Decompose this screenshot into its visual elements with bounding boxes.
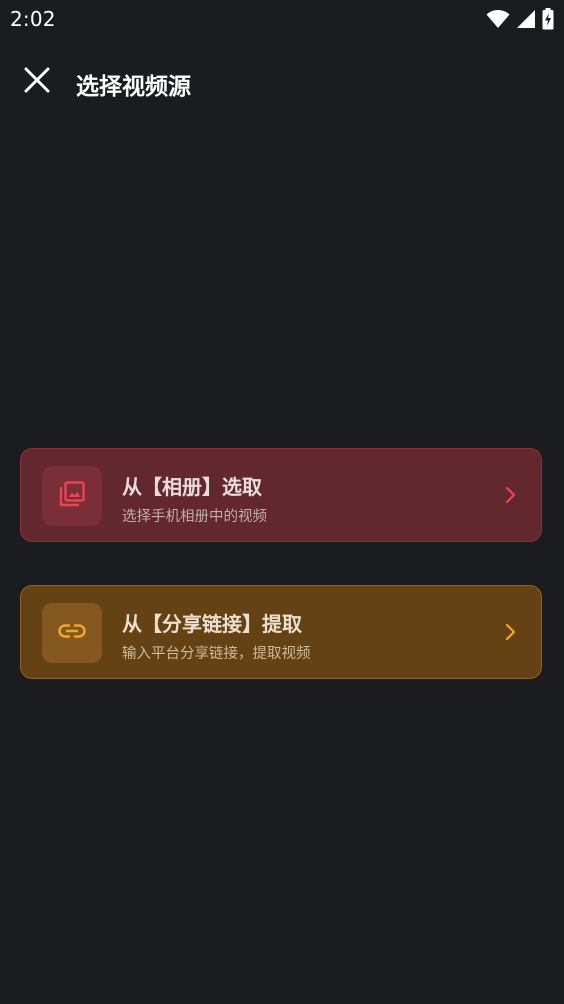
wifi-icon xyxy=(486,9,510,29)
close-button[interactable] xyxy=(17,62,57,102)
album-source-title: 从【相册】选取 xyxy=(122,475,262,499)
top-app-bar: 选择视频源 xyxy=(0,52,564,112)
status-bar: 2:02 xyxy=(0,0,564,38)
chevron-right-icon xyxy=(503,484,519,506)
link-icon xyxy=(57,621,87,645)
status-time: 2:02 xyxy=(10,7,56,31)
cellular-signal-icon xyxy=(516,9,536,29)
album-source-card[interactable]: 从【相册】选取 选择手机相册中的视频 xyxy=(20,448,542,542)
album-source-subtitle: 选择手机相册中的视频 xyxy=(122,509,267,525)
status-icons xyxy=(486,8,554,30)
album-icon-box xyxy=(42,466,102,526)
share-link-source-title: 从【分享链接】提取 xyxy=(122,612,302,636)
battery-charging-icon xyxy=(542,8,554,30)
link-icon-box xyxy=(42,603,102,663)
photo-library-icon xyxy=(58,480,86,512)
screen: 2:02 选择视频源 从【相册】选取 选择手机相册中的视频 从【分享链接】提取 … xyxy=(0,0,564,1004)
share-link-source-card[interactable]: 从【分享链接】提取 输入平台分享链接，提取视频 xyxy=(20,585,542,679)
chevron-right-icon xyxy=(503,621,519,643)
share-link-source-subtitle: 输入平台分享链接，提取视频 xyxy=(122,646,311,662)
close-icon xyxy=(24,67,50,97)
page-title: 选择视频源 xyxy=(76,74,191,100)
